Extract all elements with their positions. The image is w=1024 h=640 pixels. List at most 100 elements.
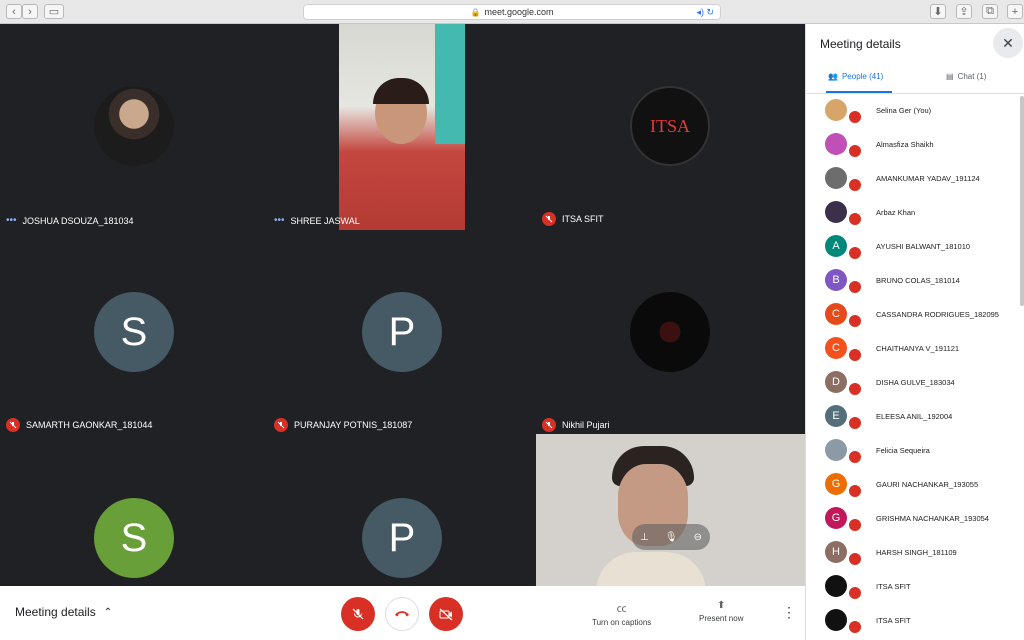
browser-toolbar: ‹ › ▭ 🔒 meet.google.com ◂) ↻ ⬇ ⇪ ⧉ +	[0, 0, 1024, 24]
participant-list-item[interactable]: C CASSANDRA RODRIGUES_182095	[806, 300, 1020, 334]
mic-off-icon	[6, 418, 20, 432]
more-options-icon[interactable]: ⋮	[782, 604, 796, 621]
avatar	[825, 99, 847, 121]
participant-list-item[interactable]: Selina Ger (You)	[806, 96, 1020, 130]
remove-icon[interactable]: ⊖	[694, 532, 702, 543]
mic-off-icon	[352, 608, 364, 620]
back-button[interactable]: ‹	[6, 4, 22, 19]
participant-list-item[interactable]: Almasfiza Shaikh	[806, 130, 1020, 164]
participant-list-item[interactable]: G GRISHMA NACHANKAR_193054	[806, 504, 1020, 538]
tabs-icon[interactable]: ⧉	[982, 4, 998, 19]
avatar	[825, 201, 847, 223]
mic-off-icon	[274, 418, 288, 432]
lock-icon: 🔒	[470, 7, 481, 17]
participant-tile[interactable]: S	[0, 436, 268, 586]
download-icon[interactable]: ⬇	[930, 4, 946, 19]
meeting-details-panel: Meeting details ✕ 👥 People (41) ▤ Chat (…	[805, 24, 1024, 640]
mic-off-icon	[848, 518, 862, 532]
avatar	[630, 292, 710, 372]
participant-list-item[interactable]: E ELEESA ANIL_192004	[806, 402, 1020, 436]
tab-chat[interactable]: ▤ Chat (1)	[946, 72, 986, 81]
scrollbar[interactable]	[1020, 96, 1024, 306]
participant-tile[interactable]: ••• SHREE JASWAL	[268, 24, 536, 230]
panel-tabs: 👥 People (41) ▤ Chat (1)	[806, 64, 1024, 94]
mic-off-icon	[848, 416, 862, 430]
participant-name: AMANKUMAR YADAV_191124	[876, 174, 980, 183]
tile-name: SAMARTH GAONKAR_181044	[6, 418, 152, 432]
participant-name: CASSANDRA RODRIGUES_182095	[876, 310, 999, 319]
avatar: G	[825, 473, 847, 495]
mic-off-icon	[848, 246, 862, 260]
mic-off-icon	[542, 212, 556, 226]
self-controls: ⊥ 🎙 ⊖	[632, 524, 710, 550]
mic-off-icon	[848, 586, 862, 600]
participant-tile[interactable]: ••• JOSHUA DSOUZA_181034	[0, 24, 268, 230]
tile-name: ••• SHREE JASWAL	[274, 215, 360, 226]
tile-name: ITSA SFIT	[542, 212, 604, 226]
participant-list-item[interactable]: ITSA SFIT	[806, 606, 1020, 640]
present-button[interactable]: ⬆ Present now	[699, 600, 743, 623]
participant-name: ELEESA ANIL_192004	[876, 412, 953, 421]
participant-list-item[interactable]: B BRUNO COLAS_181014	[806, 266, 1020, 300]
tile-name: PURANJAY POTNIS_181087	[274, 418, 412, 432]
participant-name: CHAITHANYA V_191121	[876, 344, 960, 353]
participant-name: ITSA SFIT	[876, 582, 911, 591]
address-bar[interactable]: 🔒 meet.google.com ◂) ↻	[303, 4, 721, 20]
mic-toggle-button[interactable]	[341, 597, 375, 631]
mic-off-icon	[848, 178, 862, 192]
meeting-details-button[interactable]: Meeting details ⌃	[15, 605, 112, 619]
participant-name: ITSA SFIT	[876, 616, 911, 625]
participant-name: GRISHMA NACHANKAR_193054	[876, 514, 989, 523]
people-icon: 👥	[828, 72, 838, 81]
chat-icon: ▤	[946, 72, 954, 81]
camera-toggle-button[interactable]	[429, 597, 463, 631]
participant-list-item[interactable]: ITSA SFIT	[806, 572, 1020, 606]
bottom-bar: Meeting details ⌃ ㏄ Turn on captions ⬆ P…	[0, 586, 805, 640]
forward-button[interactable]: ›	[22, 4, 38, 19]
panel-title: Meeting details	[820, 37, 901, 51]
participant-list-item[interactable]: Arbaz Khan	[806, 198, 1020, 232]
participant-tile[interactable]: S SAMARTH GAONKAR_181044	[0, 230, 268, 436]
participant-list-item[interactable]: H HARSH SINGH_181109	[806, 538, 1020, 572]
self-video-tile[interactable]: ⊥ 🎙 ⊖	[536, 434, 805, 586]
captions-button[interactable]: ㏄ Turn on captions	[592, 600, 651, 627]
speaking-icon: •••	[274, 215, 285, 226]
new-tab-icon[interactable]: +	[1007, 4, 1023, 19]
people-list: Selina Ger (You) Almasfiza Shaikh AMANKUMA…	[806, 96, 1020, 640]
avatar	[825, 167, 847, 189]
avatar: B	[825, 269, 847, 291]
participant-tile[interactable]: Nikhil Pujari	[536, 230, 804, 436]
participant-tile[interactable]: P	[268, 436, 536, 586]
speaking-icon: •••	[6, 215, 17, 226]
participant-list-item[interactable]: Felicia Sequeira	[806, 436, 1020, 470]
participant-list-item[interactable]: D DISHA GULVE_183034	[806, 368, 1020, 402]
participant-list-item[interactable]: G GAURI NACHANKAR_193055	[806, 470, 1020, 504]
avatar: A	[825, 235, 847, 257]
avatar: D	[825, 371, 847, 393]
avatar	[825, 575, 847, 597]
avatar: G	[825, 507, 847, 529]
tab-people[interactable]: 👥 People (41)	[828, 72, 883, 81]
sidebar-toggle-icon[interactable]: ▭	[44, 4, 64, 19]
mic-off-icon	[848, 110, 862, 124]
participant-name: Almasfiza Shaikh	[876, 140, 934, 149]
camera-off-icon	[439, 608, 453, 621]
share-icon[interactable]: ⇪	[956, 4, 972, 19]
pin-icon[interactable]: ⊥	[640, 532, 649, 543]
close-icon[interactable]: ✕	[993, 28, 1023, 58]
participant-name: Arbaz Khan	[876, 208, 916, 217]
mic-icon[interactable]: 🎙	[665, 532, 678, 543]
participant-list-item[interactable]: C CHAITHANYA V_191121	[806, 334, 1020, 368]
video-grid: ••• JOSHUA DSOUZA_181034 ••• SHREE JASWA…	[0, 24, 805, 586]
leave-call-button[interactable]	[385, 597, 419, 631]
mic-off-icon	[848, 314, 862, 328]
audio-reload-icon[interactable]: ◂) ↻	[696, 7, 714, 18]
present-icon: ⬆	[717, 600, 726, 611]
participant-list-item[interactable]: AMANKUMAR YADAV_191124	[806, 164, 1020, 198]
avatar	[825, 133, 847, 155]
participant-tile[interactable]: ITSA ITSA SFIT	[536, 24, 804, 230]
participant-list-item[interactable]: A AYUSHI BALWANT_181010	[806, 232, 1020, 266]
participant-tile[interactable]: P PURANJAY POTNIS_181087	[268, 230, 536, 436]
participant-name: Selina Ger (You)	[876, 106, 932, 115]
hang-up-icon	[395, 611, 409, 617]
